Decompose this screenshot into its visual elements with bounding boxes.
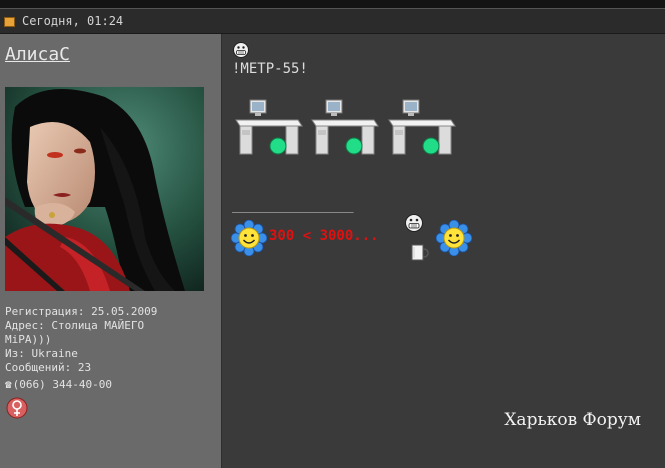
grin-smiley-icon: [405, 214, 423, 232]
mug-icon: [411, 244, 429, 261]
female-gender-icon: [6, 397, 28, 419]
address-line-2: МiРА))): [5, 333, 52, 346]
progress-counter-text: 300 < 3000...: [269, 228, 379, 244]
post-date: Сегодня, 01:24: [22, 14, 124, 28]
flower-smiley-icon: [436, 220, 472, 256]
forum-watermark: Харьков Форум: [504, 410, 641, 430]
address-line-1: Адрес: Столица МАЙЕГО: [5, 319, 145, 332]
computer-desk-icon: [388, 99, 456, 155]
post-count: Сообщений: 23: [5, 361, 92, 374]
author-from: Из: Ukraine: [5, 347, 78, 360]
post-icon: [4, 17, 15, 27]
avatar: [5, 87, 204, 291]
phone-number: (066) 344-40-00: [12, 378, 112, 391]
computer-desk-icon: [311, 99, 379, 155]
post-body: !МЕТР-55! __________________ 300 < 3000.…: [222, 34, 665, 468]
post-header-bar: Сегодня, 01:24: [0, 8, 665, 34]
author-username-link[interactable]: АлисаС: [5, 44, 70, 65]
author-profile-panel: АлисаС Регистрация: 25.05.2009 Адрес: Ст…: [0, 34, 222, 468]
signature-separator: __________________: [232, 199, 354, 213]
computer-desk-icon: [235, 99, 303, 155]
window-top-bar: [0, 0, 665, 8]
registration-date: Регистрация: 25.05.2009: [5, 305, 158, 318]
flower-smiley-icon: [231, 220, 267, 256]
grin-smiley-icon: [233, 42, 249, 58]
post-title: !МЕТР-55!: [232, 61, 308, 77]
avatar-image: [5, 87, 204, 291]
phone-icon: ☎: [5, 378, 12, 391]
author-info: Регистрация: 25.05.2009 Адрес: Столица М…: [5, 305, 219, 392]
phone-row: ☎ (066) 344-40-00: [5, 378, 219, 392]
